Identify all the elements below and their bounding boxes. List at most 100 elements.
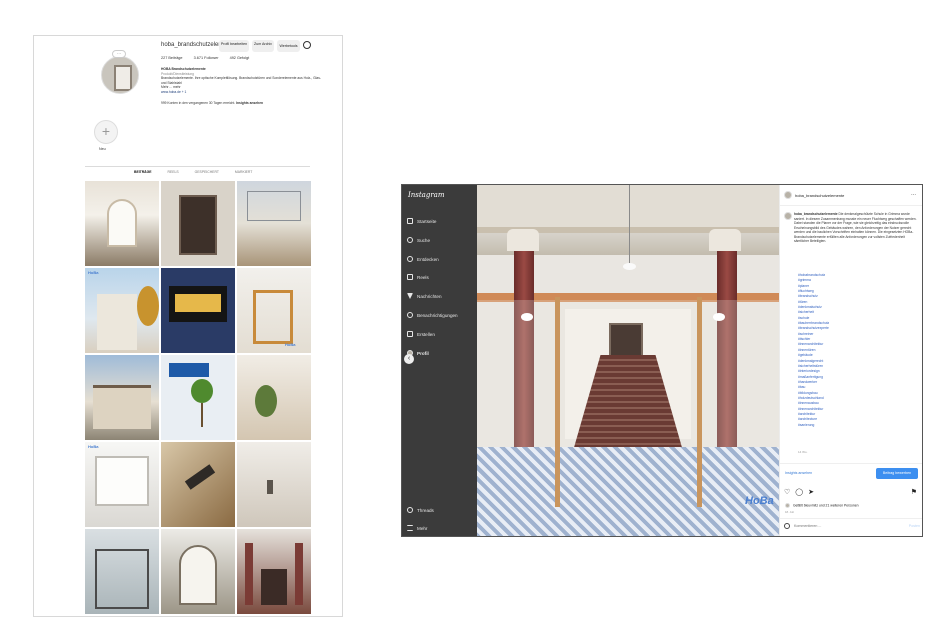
tab-reels[interactable]: REELS <box>168 170 179 174</box>
profile-page: ··· hoba_brandschutzelem... Profil bearb… <box>33 35 343 617</box>
nav-label: Entdecken <box>417 256 439 262</box>
nav-label: Nachrichten <box>417 293 442 299</box>
home-icon <box>407 218 413 224</box>
gear-icon[interactable] <box>303 41 311 49</box>
highlight-label: Neu <box>99 147 106 151</box>
more-options-icon[interactable]: ... <box>911 191 916 197</box>
bio-more[interactable]: Mehr ... mehr <box>161 85 181 89</box>
grid-post-tile[interactable]: HoBa <box>85 442 159 527</box>
nav-messages[interactable]: Nachrichten <box>407 293 442 299</box>
nav-label: Mehr <box>417 525 428 531</box>
instagram-logo[interactable]: Instagram <box>408 191 445 199</box>
nav-create[interactable]: Erstellen <box>407 331 435 337</box>
grid-post-tile[interactable]: HoBa <box>237 268 311 353</box>
nav-threads[interactable]: Threads <box>407 507 434 513</box>
hashtag-link[interactable]: #sanierung <box>798 423 829 428</box>
nav-explore[interactable]: Entdecken <box>407 256 439 262</box>
comment-divider <box>780 518 922 519</box>
grid-post-tile[interactable] <box>161 181 235 266</box>
profile-tabs: BEITRÄGE REELS GESPEICHERT MARKIERT <box>134 170 252 174</box>
nav-label: Benachrichtigungen <box>417 312 458 318</box>
archive-button[interactable]: Zum Archiv <box>252 40 274 52</box>
grid-post-tile[interactable]: HoBa <box>85 268 159 353</box>
grid-post-tile[interactable] <box>161 442 235 527</box>
nav-reels[interactable]: Reels <box>407 274 429 280</box>
previous-post-button[interactable]: ‹ <box>404 354 414 364</box>
nav-label: Erstellen <box>417 331 435 337</box>
boost-post-button[interactable]: Beitrag bewerben <box>876 468 918 479</box>
nav-label: Threads <box>417 507 434 513</box>
search-icon <box>407 237 413 243</box>
tabs-divider <box>85 166 310 167</box>
caption-avatar[interactable] <box>784 212 792 220</box>
comment-icon[interactable]: ◯ <box>795 488 803 496</box>
reels-icon <box>407 274 413 280</box>
post-actions: ♡ ◯ ➤ <box>784 488 814 496</box>
posts-grid: HoBa HoBa HoBa <box>85 181 311 614</box>
post-comment-button[interactable]: Posten <box>909 524 920 528</box>
author-username[interactable]: hoba_brandschutzelemente <box>795 193 844 198</box>
nav-home[interactable]: Startseite <box>407 218 436 224</box>
profile-avatar[interactable] <box>101 56 139 94</box>
send-icon <box>407 293 413 299</box>
header-divider <box>780 205 922 206</box>
tile-tag: HoBa <box>88 270 99 275</box>
grid-post-tile[interactable] <box>161 529 235 614</box>
nav-label: Suche <box>417 237 431 243</box>
view-insights-link[interactable]: Insights ansehen <box>785 471 812 475</box>
avatar-note-badge[interactable]: ··· <box>112 50 126 58</box>
author-avatar[interactable] <box>784 191 792 199</box>
caption-username[interactable]: hoba_brandschutzelemente <box>794 212 838 216</box>
bookmark-icon[interactable]: ⚑ <box>911 488 917 496</box>
caption-text: Die denkmalgeschützte Schule in Grimma w… <box>794 212 917 243</box>
insights-link[interactable]: Insights ansehen <box>236 101 263 105</box>
tile-tag: HoBa <box>285 342 296 347</box>
caption-age: 14 Wo. <box>798 450 808 454</box>
comment-row: Posten <box>784 523 920 529</box>
following-count[interactable]: 492 Gefolgt <box>230 56 250 60</box>
compass-icon <box>407 256 413 262</box>
nav-search[interactable]: Suche <box>407 237 430 243</box>
bio-text: Brandschutzelemente. Ihre optische Kompl… <box>161 76 321 85</box>
bio-link[interactable]: www.hoba.de + 1 <box>161 90 186 94</box>
nav-label: Reels <box>417 274 429 280</box>
nav-notifications[interactable]: Benachrichtigungen <box>407 312 458 318</box>
grid-post-tile[interactable] <box>161 268 235 353</box>
nav-more[interactable]: Mehr <box>407 525 427 531</box>
post-watermark: HoBa <box>745 495 774 507</box>
heart-icon <box>407 312 413 318</box>
profile-stats: 227 Beiträge 3.671 Follower 492 Gefolgt <box>161 56 259 60</box>
insights-text: 999 Konten in den vergangenen 30 Tagen e… <box>161 101 236 105</box>
tab-saved[interactable]: GESPEICHERT <box>195 170 219 174</box>
grid-post-tile[interactable] <box>237 181 311 266</box>
tab-tagged[interactable]: MARKIERT <box>235 170 252 174</box>
comment-input[interactable] <box>794 524 905 528</box>
grid-post-tile[interactable] <box>85 355 159 440</box>
grid-post-tile[interactable] <box>237 442 311 527</box>
grid-post-tile[interactable] <box>85 181 159 266</box>
tile-tag: HoBa <box>88 444 99 449</box>
nav-label: Startseite <box>417 218 437 224</box>
post-date: 18. Juli <box>785 510 794 514</box>
heart-icon[interactable]: ♡ <box>784 488 790 496</box>
likes-row[interactable]: Gefällt bleuvmitz und 21 weiteren Person… <box>785 503 859 508</box>
profile-bio: HOBA Brandschutzelemente Produkt/Dienstl… <box>161 67 321 95</box>
ad-tools-button[interactable]: Werbetools <box>277 40 300 52</box>
posts-count: 227 Beiträge <box>161 56 183 60</box>
tab-posts[interactable]: BEITRÄGE <box>134 170 152 174</box>
new-highlight-button[interactable]: + <box>94 120 118 144</box>
grid-post-tile[interactable] <box>161 355 235 440</box>
hashtag-link[interactable]: #brandschutzexperte <box>798 326 829 331</box>
threads-icon <box>407 507 413 513</box>
grid-post-tile[interactable] <box>237 529 311 614</box>
nav-label: Profil <box>417 350 429 356</box>
grid-post-tile[interactable] <box>85 529 159 614</box>
followers-count[interactable]: 3.671 Follower <box>194 56 219 60</box>
grid-post-tile[interactable] <box>237 355 311 440</box>
share-icon[interactable]: ➤ <box>808 488 814 496</box>
insights-row: 999 Konten in den vergangenen 30 Tagen e… <box>161 101 263 105</box>
bio-name: HOBA Brandschutzelemente <box>161 67 206 71</box>
emoji-icon[interactable] <box>784 523 790 529</box>
plus-square-icon <box>407 331 413 337</box>
edit-profile-button[interactable]: Profil bearbeiten <box>219 40 249 52</box>
